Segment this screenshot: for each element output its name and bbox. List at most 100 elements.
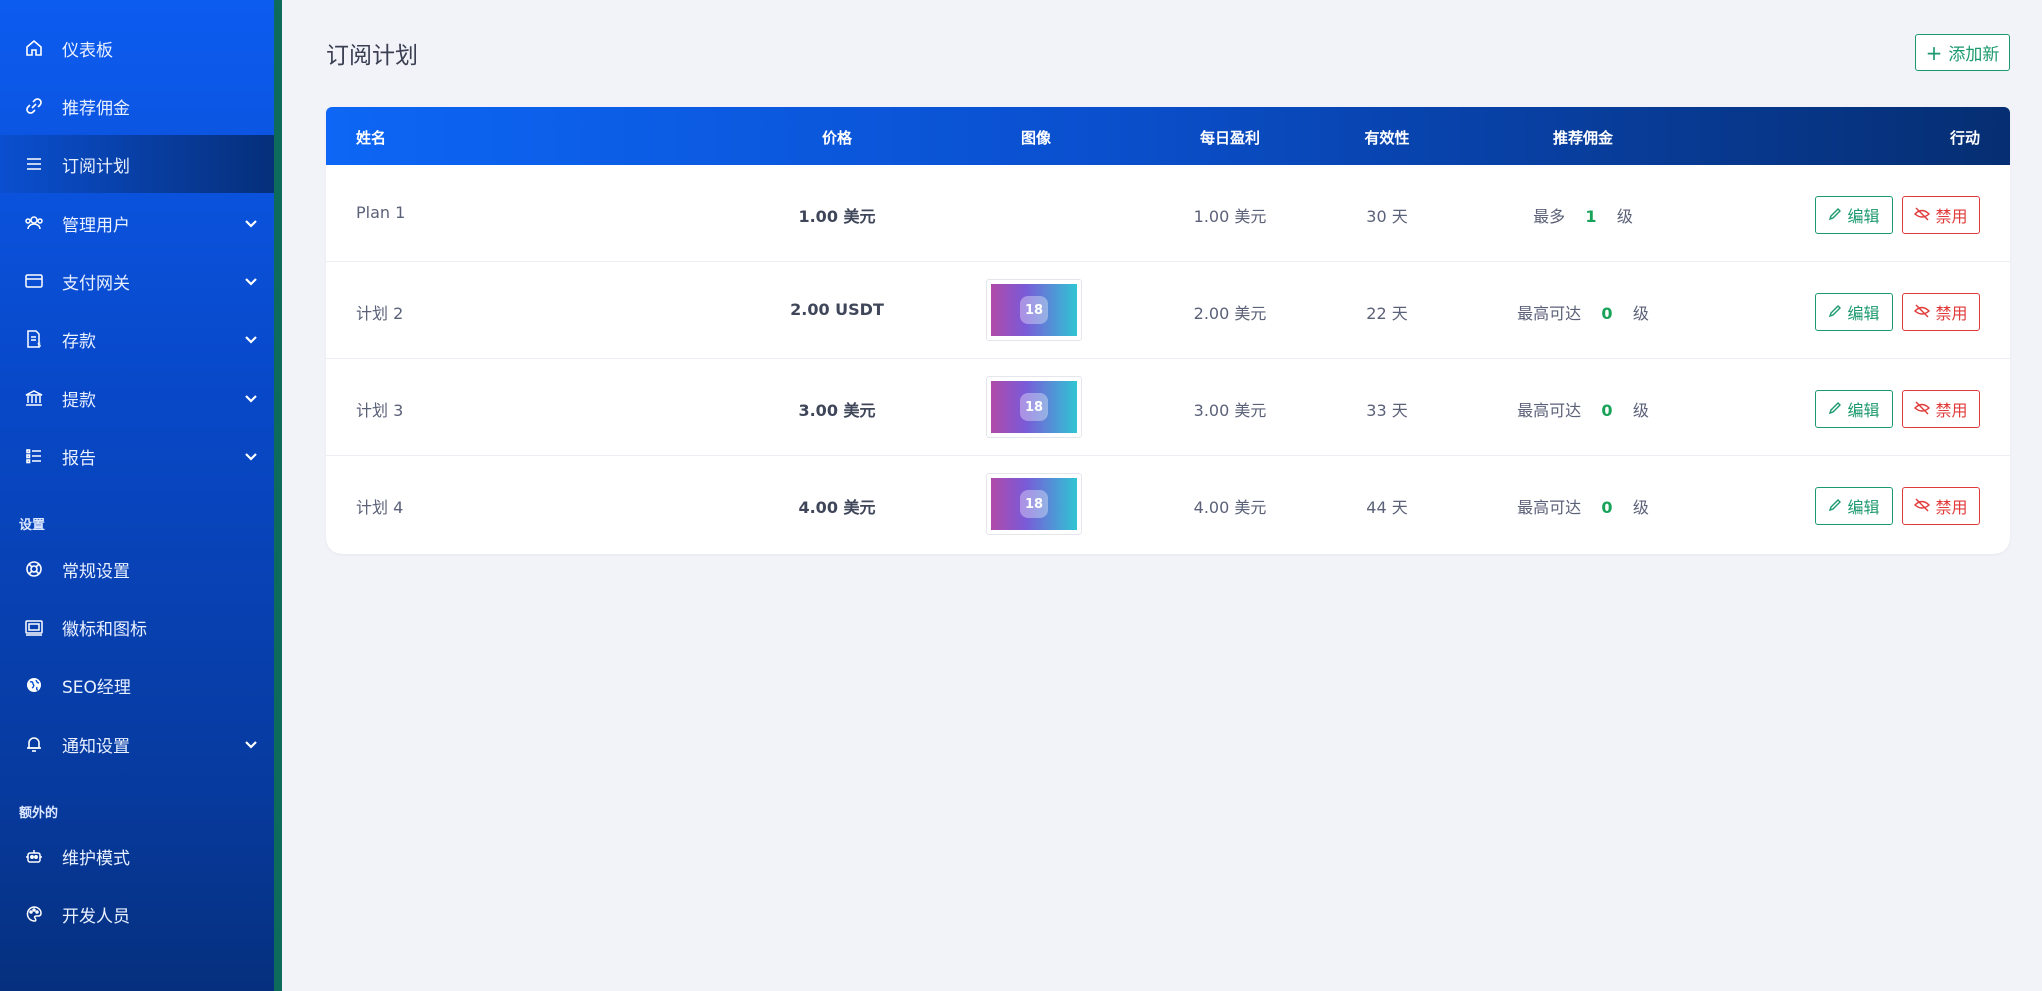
robot-icon	[22, 844, 46, 868]
plan-name: 计划 2	[356, 304, 404, 323]
disable-label: 禁用	[1935, 498, 1968, 517]
sidebar-item-maintenance-mode[interactable]: 维护模式	[0, 827, 274, 885]
plan-referral: 最高可达 0 级	[1517, 300, 1649, 324]
credit-card-icon	[22, 269, 46, 293]
sidebar-item-label: 维护模式	[62, 848, 130, 869]
pencil-icon	[1828, 303, 1842, 322]
plan-daily-profit: 4.00 美元	[1193, 498, 1267, 517]
plan-image-label: 18	[1020, 490, 1048, 518]
lifebuoy-icon	[22, 557, 46, 581]
sidebar-item-reports[interactable]: 报告	[0, 427, 274, 485]
referral-prefix: 最高可达	[1517, 304, 1582, 323]
sidebar-item-seo-manager[interactable]: SEO经理	[0, 656, 274, 714]
sidebar-item-label: 徽标和图标	[62, 619, 147, 640]
main-content: 订阅计划 + 添加新 姓名 价格 图像 每日盈利 有效性 推荐佣金 行动 Pla…	[282, 0, 2042, 991]
sidebar-item-withdraw[interactable]: 提款	[0, 369, 274, 427]
plan-referral: 最多 1 级	[1533, 203, 1633, 227]
palette-icon	[22, 902, 46, 926]
edit-label: 编辑	[1847, 207, 1880, 226]
table-row: 计划 4 4.00 美元 18 4.00 美元 44 天 最高可达 0 级 编辑…	[326, 456, 2010, 553]
header-referral: 推荐佣金	[1552, 129, 1614, 147]
chevron-down-icon	[245, 336, 257, 344]
chevron-down-icon	[245, 741, 257, 749]
sidebar: 仪表板 推荐佣金 订阅计划 管理用户 支付网关 $ 存款 提款 报告 设置 常规…	[0, 0, 282, 991]
sidebar-item-label: 开发人员	[62, 906, 130, 927]
chevron-down-icon	[245, 278, 257, 286]
disable-button[interactable]: 禁用	[1902, 196, 1980, 234]
referral-suffix: 级	[1632, 498, 1649, 517]
sidebar-item-payment-gateway[interactable]: 支付网关	[0, 252, 274, 310]
svg-text:$: $	[37, 341, 41, 349]
sidebar-item-deposit[interactable]: $ 存款	[0, 310, 274, 368]
chevron-down-icon	[245, 453, 257, 461]
add-new-button[interactable]: + 添加新	[1915, 34, 2010, 71]
plan-price: 4.00 美元	[798, 498, 876, 517]
plus-icon: +	[1925, 40, 1943, 65]
plan-price: 3.00 美元	[798, 401, 876, 420]
table-row: 计划 3 3.00 美元 18 3.00 美元 33 天 最高可达 0 级 编辑…	[326, 359, 2010, 456]
sidebar-item-label: 订阅计划	[62, 156, 130, 177]
plan-image-label: 18	[1020, 296, 1048, 324]
referral-level: 1	[1585, 207, 1597, 226]
plan-validity: 44 天	[1366, 498, 1408, 517]
pencil-icon	[1828, 400, 1842, 419]
sidebar-item-notification-settings[interactable]: 通知设置	[0, 715, 274, 773]
link-icon	[22, 94, 46, 118]
plans-table: 姓名 价格 图像 每日盈利 有效性 推荐佣金 行动 Plan 1 1.00 美元…	[326, 107, 2010, 554]
eye-slash-icon	[1914, 497, 1931, 516]
sidebar-item-label: 存款	[62, 331, 96, 352]
sidebar-item-label: 仪表板	[62, 40, 113, 61]
globe-icon	[22, 673, 46, 697]
chevron-down-icon	[245, 395, 257, 403]
sidebar-item-dashboard[interactable]: 仪表板	[0, 19, 274, 77]
page-title: 订阅计划	[326, 43, 418, 69]
plan-validity: 30 天	[1366, 207, 1408, 226]
eye-slash-icon	[1914, 303, 1931, 322]
plan-validity: 22 天	[1366, 304, 1408, 323]
header-action: 行动	[1950, 129, 1981, 147]
table-row: Plan 1 1.00 美元 1.00 美元 30 天 最多 1 级 编辑 禁用	[326, 165, 2010, 262]
sidebar-item-referral[interactable]: 推荐佣金	[0, 77, 274, 135]
sidebar-item-label: 推荐佣金	[62, 98, 130, 119]
edit-button[interactable]: 编辑	[1815, 196, 1893, 234]
header-name: 姓名	[356, 129, 387, 147]
edit-label: 编辑	[1847, 304, 1880, 323]
referral-suffix: 级	[1632, 401, 1649, 420]
disable-button[interactable]: 禁用	[1902, 293, 1980, 331]
sidebar-item-developer[interactable]: 开发人员	[0, 885, 274, 943]
section-label-settings: 设置	[19, 518, 46, 533]
sidebar-item-label: 报告	[62, 448, 96, 469]
sidebar-item-manage-users[interactable]: 管理用户	[0, 194, 274, 252]
edit-button[interactable]: 编辑	[1815, 487, 1893, 525]
plan-image-label: 18	[1020, 393, 1048, 421]
home-icon	[22, 36, 46, 60]
plan-name: 计划 3	[356, 401, 404, 420]
sidebar-item-subscription-plans[interactable]: 订阅计划	[0, 135, 274, 193]
header-price: 价格	[821, 129, 853, 147]
pencil-icon	[1828, 206, 1842, 225]
sidebar-item-label: SEO经理	[62, 677, 131, 698]
plan-price: 2.00 USDT	[790, 300, 884, 319]
edit-button[interactable]: 编辑	[1815, 390, 1893, 428]
referral-level: 0	[1601, 401, 1613, 420]
referral-suffix: 级	[1616, 207, 1633, 226]
bell-icon	[22, 732, 46, 756]
table-row: 计划 2 2.00 USDT 18 2.00 美元 22 天 最高可达 0 级 …	[326, 262, 2010, 359]
eye-slash-icon	[1914, 206, 1931, 225]
sidebar-item-logo-icon[interactable]: 徽标和图标	[0, 598, 274, 656]
deposit-icon: $	[22, 327, 46, 351]
header-image: 图像	[1020, 129, 1052, 147]
plan-name: Plan 1	[356, 203, 406, 222]
chevron-down-icon	[245, 220, 257, 228]
plan-referral: 最高可达 0 级	[1517, 494, 1649, 518]
disable-button[interactable]: 禁用	[1902, 390, 1980, 428]
pencil-icon	[1828, 497, 1842, 516]
sidebar-item-general-settings[interactable]: 常规设置	[0, 540, 274, 598]
header-daily-profit: 每日盈利	[1199, 129, 1261, 147]
bank-icon	[22, 386, 46, 410]
edit-button[interactable]: 编辑	[1815, 293, 1893, 331]
referral-prefix: 最高可达	[1517, 498, 1582, 517]
section-label-extra: 额外的	[19, 806, 59, 821]
sidebar-item-label: 常规设置	[62, 561, 130, 582]
disable-button[interactable]: 禁用	[1902, 487, 1980, 525]
